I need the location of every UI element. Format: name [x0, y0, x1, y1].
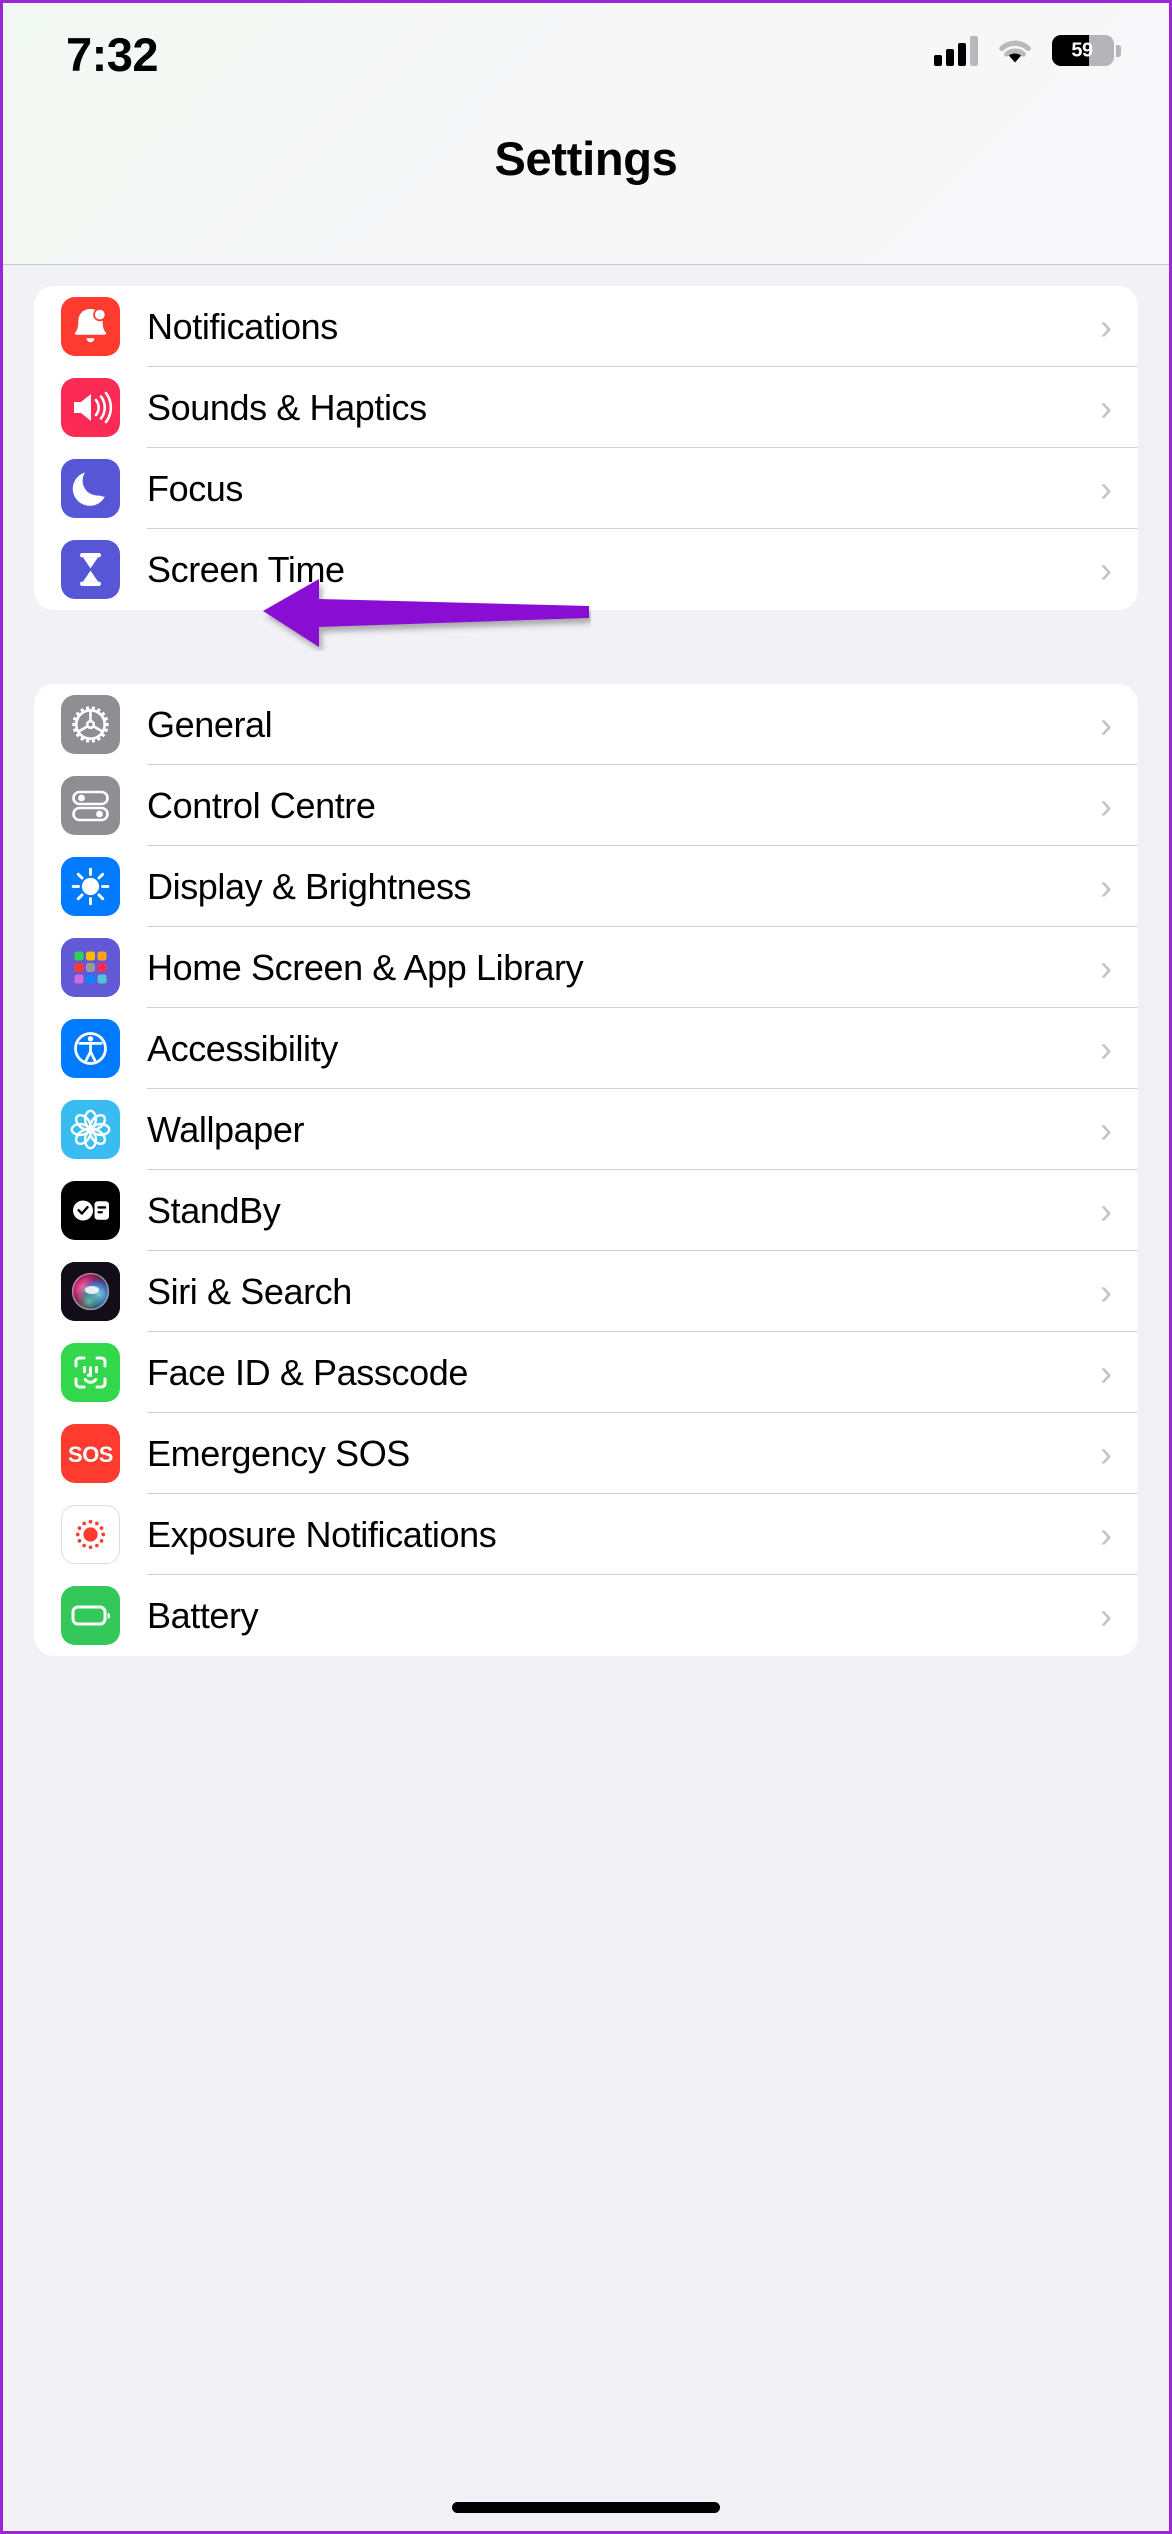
sounds-speaker-icon: [61, 378, 120, 437]
settings-row-sounds-haptics[interactable]: Sounds & Haptics ›: [34, 367, 1138, 448]
home-screen-grid-icon: [61, 938, 120, 997]
settings-row-battery[interactable]: Battery ›: [34, 1575, 1138, 1656]
settings-row-label: Focus: [147, 467, 244, 509]
settings-row-label: Screen Time: [147, 548, 345, 590]
settings-row-label: Battery: [147, 1594, 259, 1636]
focus-moon-icon: [61, 459, 120, 518]
settings-row-notifications[interactable]: Notifications ›: [34, 286, 1138, 367]
status-bar: 7:32 59: [3, 3, 1169, 113]
settings-row-label: Wallpaper: [147, 1108, 305, 1150]
chevron-right-icon: ›: [1100, 305, 1112, 347]
wifi-icon: [995, 36, 1035, 66]
settings-row-siri-search[interactable]: Siri & Search ›: [34, 1251, 1138, 1332]
chevron-right-icon: ›: [1100, 1432, 1112, 1474]
settings-group-alerts: Notifications › Sounds & Haptics › Focus…: [34, 286, 1138, 610]
settings-row-accessibility[interactable]: Accessibility ›: [34, 1008, 1138, 1089]
settings-row-control-centre[interactable]: Control Centre ›: [34, 765, 1138, 846]
settings-row-screen-time[interactable]: Screen Time ›: [34, 529, 1138, 610]
exposure-notifications-icon: [61, 1505, 120, 1564]
chevron-right-icon: ›: [1100, 703, 1112, 745]
chevron-right-icon: ›: [1100, 865, 1112, 907]
face-id-icon: [61, 1343, 120, 1402]
settings-group-system: General › Control Centre › Display & Bri…: [34, 684, 1138, 1656]
settings-row-label: Control Centre: [147, 784, 376, 826]
settings-row-focus[interactable]: Focus ›: [34, 448, 1138, 529]
settings-row-emergency-sos[interactable]: SOS Emergency SOS ›: [34, 1413, 1138, 1494]
settings-row-home-screen-app-library[interactable]: Home Screen & App Library ›: [34, 927, 1138, 1008]
battery-settings-icon: [61, 1586, 120, 1645]
settings-row-label: Notifications: [147, 305, 338, 347]
settings-row-label: Display & Brightness: [147, 865, 472, 907]
emergency-sos-icon: SOS: [61, 1424, 120, 1483]
chevron-right-icon: ›: [1100, 946, 1112, 988]
page-title: Settings: [494, 132, 678, 185]
siri-orb-icon: [61, 1262, 120, 1321]
settings-row-label: Siri & Search: [147, 1270, 352, 1312]
chevron-right-icon: ›: [1100, 1027, 1112, 1069]
status-bar-time: 7:32: [66, 28, 159, 81]
battery-cap: [1116, 44, 1121, 57]
chevron-right-icon: ›: [1100, 1351, 1112, 1393]
chevron-right-icon: ›: [1100, 467, 1112, 509]
standby-clock-widget-icon: [61, 1181, 120, 1240]
wallpaper-flower-icon: [61, 1100, 120, 1159]
battery-icon: 59: [1052, 35, 1121, 66]
settings-row-label: Sounds & Haptics: [147, 386, 427, 428]
settings-row-wallpaper[interactable]: Wallpaper ›: [34, 1089, 1138, 1170]
display-brightness-sun-icon: [61, 857, 120, 916]
chevron-right-icon: ›: [1100, 1513, 1112, 1555]
notifications-bell-icon: [61, 297, 120, 356]
settings-row-general[interactable]: General ›: [34, 684, 1138, 765]
settings-row-label: Emergency SOS: [147, 1432, 410, 1474]
chevron-right-icon: ›: [1100, 548, 1112, 590]
svg-text:SOS: SOS: [68, 1442, 113, 1467]
cellular-bars-icon: [934, 35, 978, 66]
settings-row-label: Face ID & Passcode: [147, 1351, 468, 1393]
settings-row-label: Exposure Notifications: [147, 1513, 497, 1555]
status-and-nav-header: 7:32 59 Settings: [3, 3, 1169, 265]
settings-scroll-view[interactable]: Notifications › Sounds & Haptics › Focus…: [3, 286, 1169, 1656]
settings-row-label: StandBy: [147, 1189, 281, 1231]
home-indicator: [452, 2502, 720, 2513]
accessibility-person-icon: [61, 1019, 120, 1078]
chevron-right-icon: ›: [1100, 784, 1112, 826]
chevron-right-icon: ›: [1100, 1270, 1112, 1312]
screen-time-hourglass-icon: [61, 540, 120, 599]
settings-row-standby[interactable]: StandBy ›: [34, 1170, 1138, 1251]
general-gear-icon: [61, 695, 120, 754]
settings-row-label: Accessibility: [147, 1027, 338, 1069]
chevron-right-icon: ›: [1100, 1189, 1112, 1231]
chevron-right-icon: ›: [1100, 386, 1112, 428]
settings-row-display-brightness[interactable]: Display & Brightness ›: [34, 846, 1138, 927]
settings-row-label: General: [147, 703, 273, 745]
status-bar-indicators: 59: [934, 35, 1121, 66]
iphone-screen: 7:32 59 Settings Notifications › Sounds …: [0, 0, 1172, 2534]
control-centre-toggles-icon: [61, 776, 120, 835]
chevron-right-icon: ›: [1100, 1108, 1112, 1150]
battery-percent-label: 59: [1071, 39, 1093, 61]
settings-row-face-id-passcode[interactable]: Face ID & Passcode ›: [34, 1332, 1138, 1413]
settings-row-label: Home Screen & App Library: [147, 946, 584, 988]
settings-row-exposure-notifications[interactable]: Exposure Notifications ›: [34, 1494, 1138, 1575]
chevron-right-icon: ›: [1100, 1594, 1112, 1636]
